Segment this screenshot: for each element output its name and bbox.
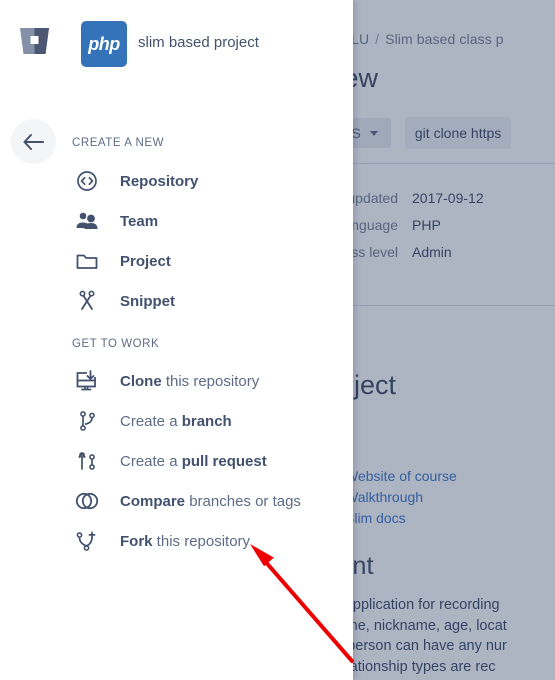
breadcrumb-separator: / bbox=[375, 31, 380, 47]
section-label-create-a-new: CREATE A NEW bbox=[72, 137, 165, 149]
menu-item-label-strong: Fork bbox=[120, 532, 153, 550]
menu-item-team[interactable]: Team bbox=[72, 201, 158, 241]
branch-icon bbox=[72, 410, 102, 432]
menu-item-fork[interactable]: Fork this repository bbox=[72, 521, 250, 561]
arrow-left-icon bbox=[23, 133, 44, 150]
menu-item-label: Clone this repository bbox=[120, 373, 259, 390]
bitbucket-logo[interactable] bbox=[18, 26, 51, 56]
clone-command-input[interactable]: git clone https bbox=[404, 117, 512, 149]
menu-item-create-branch[interactable]: Create a branch bbox=[72, 401, 232, 441]
pull-request-icon bbox=[72, 450, 102, 472]
link-item[interactable]: Website of course bbox=[345, 466, 457, 487]
folder-icon bbox=[72, 251, 102, 271]
menu-item-label-strong: Compare bbox=[120, 492, 186, 510]
link-item[interactable]: Walkthrough bbox=[345, 487, 457, 508]
section-label-get-to-work: GET TO WORK bbox=[72, 338, 160, 350]
menu-item-label-prefix: Create a bbox=[120, 452, 182, 470]
scissors-icon bbox=[72, 290, 102, 312]
menu-item-label-strong: pull request bbox=[181, 452, 267, 470]
menu-item-label-rest: this repository bbox=[161, 372, 260, 390]
menu-item-snippet[interactable]: Snippet bbox=[72, 281, 175, 321]
chevron-down-icon bbox=[369, 130, 378, 136]
detail-value: 2017-09-12 bbox=[412, 190, 484, 206]
compare-circles-icon bbox=[72, 491, 102, 511]
fork-icon bbox=[72, 530, 102, 552]
menu-item-repository[interactable]: Repository bbox=[72, 161, 198, 201]
create-panel: php slim based project CREATE A NEW Repo… bbox=[0, 0, 353, 680]
menu-item-compare[interactable]: Compare branches or tags bbox=[72, 481, 301, 521]
team-people-icon bbox=[72, 211, 102, 231]
menu-item-clone[interactable]: Clone this repository bbox=[72, 361, 259, 401]
menu-item-create-pull-request[interactable]: Create a pull request bbox=[72, 441, 267, 481]
repository-avatar-label: php bbox=[88, 33, 120, 54]
clone-monitor-icon bbox=[72, 369, 102, 393]
menu-item-label: Snippet bbox=[120, 292, 175, 310]
link-item[interactable]: Slim docs bbox=[345, 508, 457, 529]
menu-item-label-prefix: Create a bbox=[120, 412, 182, 430]
menu-item-label-rest: branches or tags bbox=[185, 492, 301, 510]
menu-item-label: Repository bbox=[120, 172, 199, 190]
menu-item-label: Team bbox=[120, 212, 159, 230]
readme-link-list: Website of course Walkthrough Slim docs bbox=[345, 466, 457, 529]
detail-value: Admin bbox=[412, 244, 452, 260]
repository-name[interactable]: slim based project bbox=[138, 34, 259, 51]
code-brackets-circle-icon bbox=[72, 170, 102, 192]
menu-item-label-strong: Clone bbox=[120, 372, 162, 390]
detail-value: PHP bbox=[412, 217, 441, 233]
menu-item-label: Create a pull request bbox=[120, 453, 267, 470]
breadcrumb-repo[interactable]: Slim based class p bbox=[385, 31, 504, 47]
menu-item-label: Project bbox=[120, 252, 171, 270]
panel-header: php slim based project bbox=[0, 0, 353, 86]
menu-item-label: Create a branch bbox=[120, 413, 232, 430]
menu-item-label: Compare branches or tags bbox=[120, 493, 301, 510]
menu-item-label: Fork this repository bbox=[120, 533, 250, 550]
repository-avatar[interactable]: php bbox=[81, 21, 127, 67]
menu-item-project[interactable]: Project bbox=[72, 241, 171, 281]
menu-item-label-rest: this repository bbox=[152, 532, 251, 550]
menu-item-label-strong: branch bbox=[181, 412, 232, 430]
back-button[interactable] bbox=[11, 119, 56, 164]
